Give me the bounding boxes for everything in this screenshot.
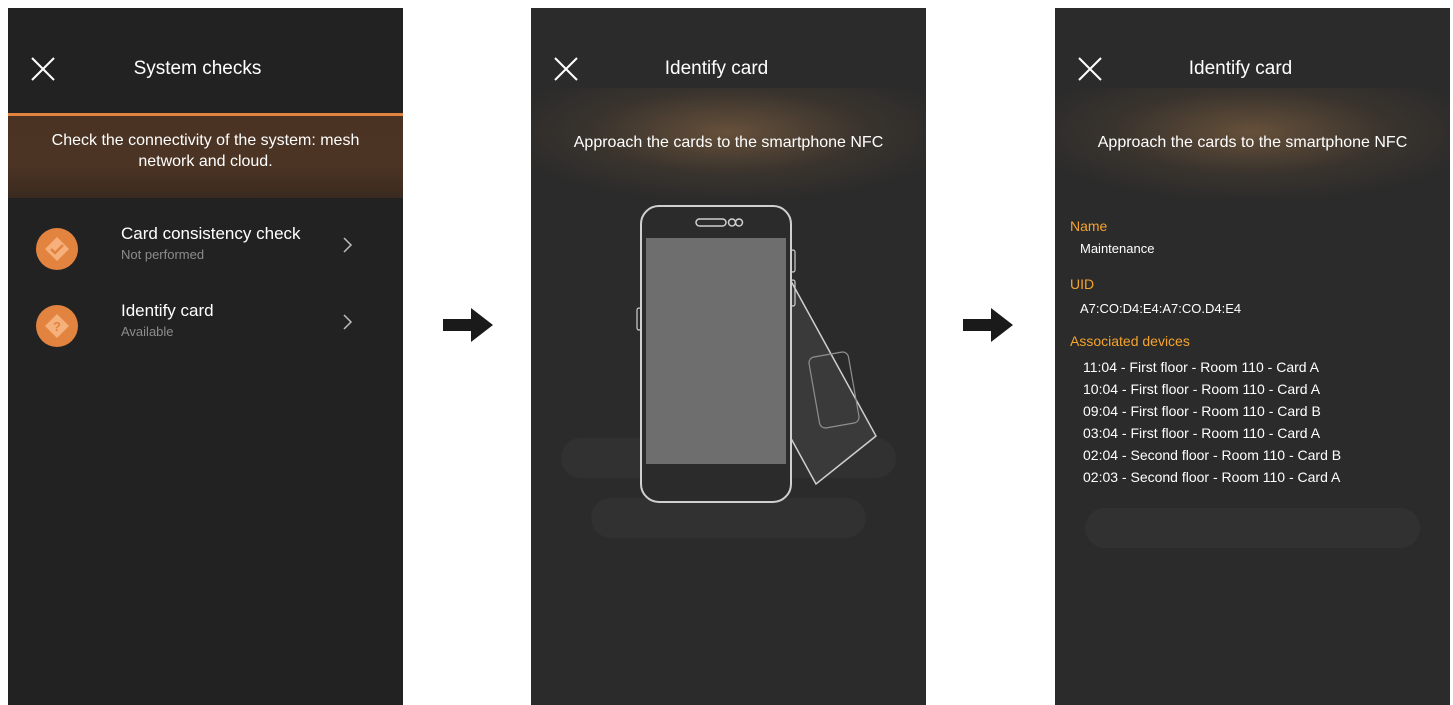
name-value: Maintenance: [1080, 241, 1155, 256]
banner-text: Check the connectivity of the system: me…: [51, 132, 360, 170]
arrow-right-icon: [443, 308, 493, 342]
svg-text:?: ?: [53, 319, 61, 334]
name-label: Name: [1070, 218, 1108, 234]
instruction-text: Approach the cards to the smartphone NFC: [1097, 134, 1408, 151]
identify-card-result-screen: Identify card Approach the cards to the …: [1055, 8, 1450, 705]
system-checks-screen: System checks Check the connectivity of …: [8, 8, 403, 705]
nfc-phone-illustration: [636, 205, 877, 503]
list-item: 03:04 - First floor - Room 110 - Card A: [1083, 425, 1321, 441]
item-label: Card consistency check: [121, 224, 301, 243]
uid-label: UID: [1070, 276, 1095, 292]
list-item: 02:03 - Second floor - Room 110 - Card A: [1083, 469, 1341, 485]
check-badge-icon: [36, 228, 78, 270]
background-blur: [1085, 508, 1420, 548]
item-label: Identify card: [121, 301, 214, 320]
list-item-identify-card[interactable]: ? Identify card Available: [8, 301, 403, 361]
info-banner: Check the connectivity of the system: me…: [8, 116, 403, 198]
screen-title: System checks: [133, 58, 262, 79]
associated-devices-label: Associated devices: [1070, 333, 1190, 349]
item-status: Not performed: [121, 247, 205, 262]
uid-value: A7:CO:D4:E4:A7:CO.D4:E4: [1080, 301, 1242, 316]
screen-title: Identify card: [1188, 58, 1293, 79]
identify-card-screen: Identify card Approach the cards to the …: [531, 8, 926, 705]
screen-title: Identify card: [664, 58, 769, 79]
list-item: 11:04 - First floor - Room 110 - Card A: [1083, 359, 1320, 375]
instruction-text: Approach the cards to the smartphone NFC: [573, 134, 884, 151]
list-item: 10:04 - First floor - Room 110 - Card A: [1083, 381, 1321, 397]
list-item-card-consistency-check[interactable]: Card consistency check Not performed: [8, 224, 403, 284]
question-badge-icon: ?: [36, 305, 78, 347]
phone-illustration: [636, 205, 796, 503]
chevron-right-icon: [343, 314, 353, 330]
list-item: 09:04 - First floor - Room 110 - Card B: [1083, 403, 1321, 419]
associated-devices-list: 11:04 - First floor - Room 110 - Card A …: [1083, 356, 1341, 488]
chevron-right-icon: [343, 237, 353, 253]
item-status: Available: [121, 324, 174, 339]
arrow-right-icon: [963, 308, 1013, 342]
list-item: 02:04 - Second floor - Room 110 - Card B: [1083, 447, 1342, 463]
